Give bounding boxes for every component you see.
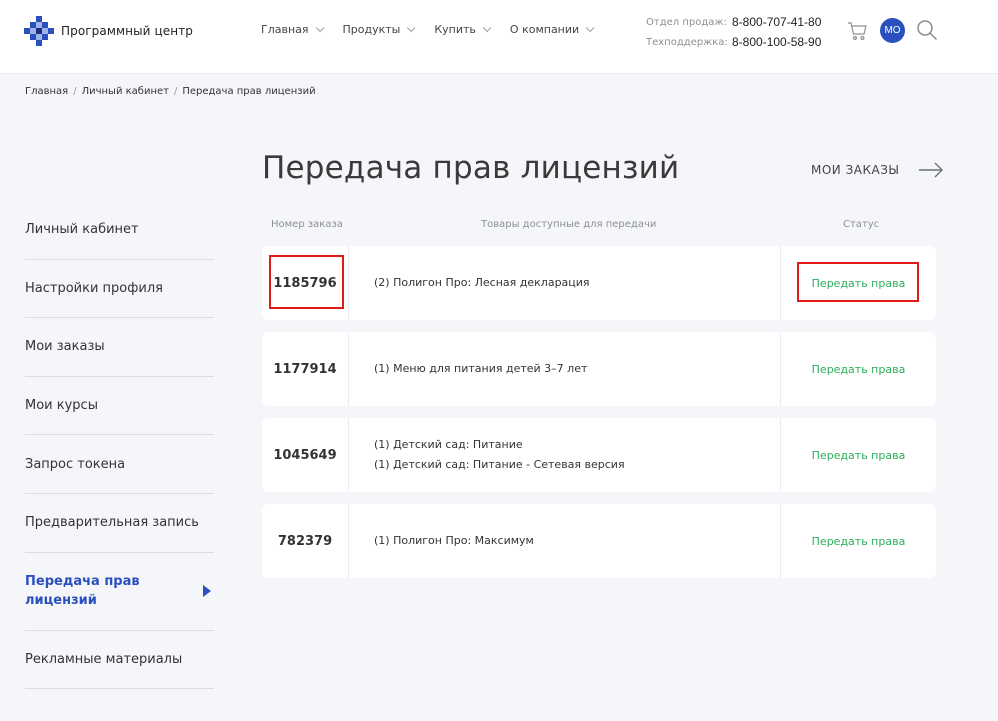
arrow-right-icon bbox=[918, 162, 943, 178]
page-title: Передача прав лицензий bbox=[262, 150, 680, 186]
table-row: 1045649 (1) Детский сад: Питание (1) Дет… bbox=[262, 418, 936, 492]
sidebar-item-cabinet[interactable]: Личный кабинет bbox=[25, 201, 214, 260]
column-header-order-number: Номер заказа bbox=[271, 219, 343, 230]
site-header: Программный центр Главная Продукты Купит… bbox=[0, 0, 998, 74]
sidebar-item-label: Личный кабинет bbox=[25, 222, 139, 238]
breadcrumb-cabinet[interactable]: Личный кабинет bbox=[82, 86, 169, 97]
logo[interactable]: Программный центр bbox=[24, 16, 193, 46]
breadcrumb-current: Передача прав лицензий bbox=[182, 86, 316, 97]
order-status: Передать права bbox=[780, 418, 936, 492]
chevron-down-icon bbox=[482, 23, 492, 32]
nav-item-label: Продукты bbox=[342, 23, 401, 36]
sidebar-item-label: Передача прав лицензий bbox=[25, 574, 140, 609]
order-goods: (1) Детский сад: Питание (1) Детский сад… bbox=[374, 418, 625, 492]
arrow-right-icon bbox=[203, 585, 211, 598]
contact-label: Отдел продаж: bbox=[646, 16, 727, 28]
goods-item: (2) Полигон Про: Лесная декларация bbox=[374, 276, 590, 289]
sidebar-item-profile-settings[interactable]: Настройки профиля bbox=[25, 260, 214, 319]
my-orders-label: МОИ ЗАКАЗЫ bbox=[811, 163, 900, 177]
nav-item-label: Купить bbox=[434, 23, 476, 36]
nav-item-label: Главная bbox=[261, 23, 309, 36]
sidebar-item-label: Рекламные материалы bbox=[25, 651, 183, 667]
order-status: Передать права bbox=[780, 504, 936, 578]
contacts: Отдел продаж: 8-800-707-41-80 Техподдерж… bbox=[646, 12, 821, 52]
avatar[interactable]: МО bbox=[880, 18, 905, 43]
breadcrumb: Главная / Личный кабинет / Передача прав… bbox=[25, 86, 316, 97]
main-nav: Главная Продукты Купить О компании bbox=[261, 23, 613, 36]
contact-label: Техподдержка: bbox=[646, 36, 728, 48]
contact-support: Техподдержка: 8-800-100-58-90 bbox=[646, 32, 821, 52]
sidebar-item-ad-materials[interactable]: Рекламные материалы bbox=[25, 631, 214, 690]
sidebar-item-my-orders[interactable]: Мои заказы bbox=[25, 318, 214, 377]
logo-icon bbox=[24, 16, 54, 46]
order-number: 1177914 bbox=[262, 332, 349, 406]
sales-phone-link[interactable]: 8-800-707-41-80 bbox=[732, 15, 821, 29]
table-row: 1177914 (1) Меню для питания детей 3–7 л… bbox=[262, 332, 936, 406]
sidebar-item-label: Мои курсы bbox=[25, 398, 98, 414]
table-row: 782379 (1) Полигон Про: Максимум Передат… bbox=[262, 504, 936, 578]
transfer-rights-button[interactable]: Передать права bbox=[812, 535, 906, 548]
order-goods: (2) Полигон Про: Лесная декларация bbox=[374, 246, 590, 320]
sidebar-item-license-transfer[interactable]: Передача прав лицензий bbox=[25, 553, 214, 631]
chevron-down-icon bbox=[315, 23, 324, 32]
sidebar-item-my-courses[interactable]: Мои курсы bbox=[25, 377, 214, 436]
highlight-box-transfer-button bbox=[797, 262, 919, 302]
breadcrumb-separator: / bbox=[73, 86, 77, 97]
nav-item-about[interactable]: О компании bbox=[509, 23, 595, 36]
chevron-down-icon bbox=[407, 23, 416, 32]
order-goods: (1) Меню для питания детей 3–7 лет bbox=[374, 332, 587, 406]
nav-item-products[interactable]: Продукты bbox=[342, 23, 416, 36]
column-header-status: Статус bbox=[843, 219, 880, 230]
logo-text: Программный центр bbox=[61, 24, 194, 38]
breadcrumb-home[interactable]: Главная bbox=[25, 86, 68, 97]
nav-item-home[interactable]: Главная bbox=[261, 23, 324, 36]
nav-item-label: О компании bbox=[509, 23, 580, 36]
goods-item: (1) Детский сад: Питание bbox=[374, 438, 523, 451]
chevron-down-icon bbox=[586, 23, 595, 32]
sidebar: Личный кабинет Настройки профиля Мои зак… bbox=[25, 201, 214, 690]
contact-sales: Отдел продаж: 8-800-707-41-80 bbox=[646, 12, 821, 32]
sidebar-item-token-request[interactable]: Запрос токена bbox=[25, 435, 214, 494]
support-phone-link[interactable]: 8-800-100-58-90 bbox=[732, 35, 821, 49]
order-number: 1045649 bbox=[262, 418, 349, 492]
cart-icon[interactable] bbox=[847, 20, 869, 42]
my-orders-link[interactable]: МОИ ЗАКАЗЫ bbox=[811, 162, 944, 178]
sidebar-item-label: Настройки профиля bbox=[25, 280, 163, 296]
goods-item: (1) Полигон Про: Максимум bbox=[374, 534, 534, 547]
order-status: Передать права bbox=[780, 332, 936, 406]
sidebar-item-pre-registration[interactable]: Предварительная запись bbox=[25, 494, 214, 553]
breadcrumb-separator: / bbox=[173, 86, 178, 97]
nav-item-buy[interactable]: Купить bbox=[434, 23, 492, 36]
transfer-rights-button[interactable]: Передать права bbox=[812, 363, 906, 376]
goods-item: (1) Детский сад: Питание - Сетевая верси… bbox=[374, 458, 625, 471]
sidebar-item-label: Предварительная запись bbox=[25, 515, 199, 531]
highlight-box-order-number bbox=[269, 255, 344, 309]
search-icon[interactable] bbox=[916, 19, 938, 41]
column-header-goods: Товары доступные для передачи bbox=[481, 219, 657, 230]
sidebar-item-label: Запрос токена bbox=[25, 456, 126, 472]
transfer-rights-button[interactable]: Передать права bbox=[812, 449, 906, 462]
order-goods: (1) Полигон Про: Максимум bbox=[374, 504, 534, 578]
order-number: 782379 bbox=[262, 504, 349, 578]
sidebar-item-label: Мои заказы bbox=[25, 339, 105, 355]
goods-item: (1) Меню для питания детей 3–7 лет bbox=[374, 362, 588, 375]
